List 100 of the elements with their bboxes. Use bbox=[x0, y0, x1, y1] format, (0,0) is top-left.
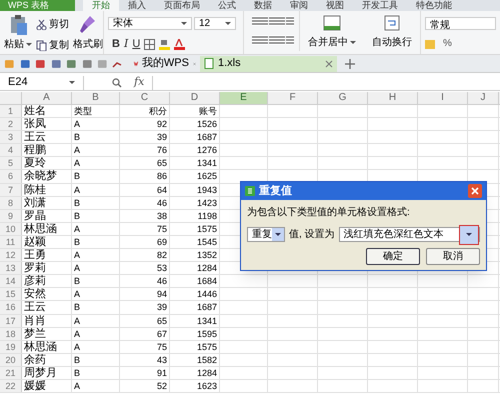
bold-button[interactable]: B bbox=[112, 36, 120, 52]
row-header[interactable]: 7 bbox=[0, 184, 22, 196]
new-tab-icon[interactable] bbox=[345, 58, 355, 68]
close-button[interactable] bbox=[468, 184, 482, 198]
format-painter-button[interactable]: 格式刷 bbox=[73, 37, 103, 52]
row-header[interactable]: 19 bbox=[0, 340, 22, 353]
rule-dropdown[interactable]: 重复 bbox=[247, 227, 285, 242]
cut-button[interactable]: 剪切 bbox=[49, 17, 69, 32]
menu-tab[interactable]: 开发工具 bbox=[353, 0, 407, 11]
menu-tab[interactable]: 插入 bbox=[119, 0, 155, 11]
close-icon[interactable] bbox=[325, 60, 333, 68]
caret-icon[interactable] bbox=[275, 233, 281, 236]
caret-icon[interactable] bbox=[69, 81, 75, 84]
row-header[interactable]: 21 bbox=[0, 366, 22, 379]
column-header[interactable]: I bbox=[418, 92, 468, 104]
row-header[interactable]: 4 bbox=[0, 144, 22, 156]
merge-cells-icon[interactable] bbox=[323, 15, 341, 31]
align-icon[interactable] bbox=[277, 17, 286, 25]
column-header[interactable]: C bbox=[120, 92, 170, 104]
caret-icon[interactable] bbox=[181, 22, 187, 25]
font-color-icon[interactable] bbox=[174, 38, 186, 50]
italic-button[interactable]: I bbox=[124, 36, 128, 52]
font-size: 12 bbox=[199, 17, 210, 31]
align-icon[interactable] bbox=[286, 36, 294, 44]
paste-button[interactable]: 粘贴 bbox=[4, 37, 32, 52]
caret-icon[interactable] bbox=[466, 233, 472, 236]
align-icon[interactable] bbox=[268, 17, 277, 25]
row-header[interactable]: 16 bbox=[0, 301, 22, 314]
caret-icon[interactable] bbox=[225, 22, 231, 25]
row-header[interactable]: 3 bbox=[0, 131, 22, 144]
column-header[interactable]: J bbox=[468, 92, 499, 104]
scissors-icon[interactable] bbox=[36, 19, 47, 30]
align-icon[interactable] bbox=[277, 36, 286, 44]
align-icon[interactable] bbox=[286, 17, 294, 25]
format-dropdown[interactable]: 浅红填充色深红色文本 bbox=[338, 227, 480, 242]
row-header[interactable]: 12 bbox=[0, 249, 22, 262]
dropdown-arrow-button[interactable] bbox=[272, 228, 284, 241]
caret-icon[interactable] bbox=[26, 43, 32, 46]
number-format-dropdown[interactable]: 常规 bbox=[425, 17, 496, 30]
column-header[interactable]: B bbox=[72, 92, 120, 104]
insert-function-button[interactable]: fx bbox=[134, 75, 144, 90]
caret-icon[interactable] bbox=[350, 41, 356, 44]
row-header[interactable]: 11 bbox=[0, 236, 22, 248]
wrap-text-button[interactable]: 自动换行 bbox=[372, 35, 412, 50]
paste-icon[interactable] bbox=[8, 15, 28, 35]
row-header[interactable]: 10 bbox=[0, 222, 22, 235]
row-header[interactable]: 1 bbox=[0, 105, 22, 118]
align-icon[interactable] bbox=[252, 36, 260, 44]
column-header[interactable]: A bbox=[22, 92, 72, 104]
menu-tab[interactable]: 开始 bbox=[83, 0, 119, 11]
row-header[interactable]: 17 bbox=[0, 314, 22, 327]
align-icon[interactable] bbox=[260, 36, 268, 44]
row-header[interactable]: 2 bbox=[0, 118, 22, 130]
row-header[interactable]: 18 bbox=[0, 328, 22, 340]
font-size-dropdown[interactable]: 12 bbox=[194, 17, 236, 30]
merge-center-button[interactable]: 合并居中 bbox=[308, 35, 356, 50]
menu-tab[interactable]: 视图 bbox=[317, 0, 353, 11]
app-menu-button[interactable]: WPS 表格 bbox=[0, 0, 75, 11]
row-header[interactable]: 22 bbox=[0, 380, 22, 392]
document-tab[interactable]: 1.xls bbox=[200, 56, 337, 72]
dialog-button[interactable]: 取消 bbox=[426, 248, 480, 265]
row-header[interactable]: 9 bbox=[0, 210, 22, 222]
row-header[interactable]: 6 bbox=[0, 170, 22, 183]
row-header[interactable]: 20 bbox=[0, 354, 22, 366]
copy-button[interactable]: 复制 bbox=[49, 38, 69, 53]
paintbrush-icon[interactable] bbox=[78, 15, 98, 35]
dialog-button[interactable]: 确定 bbox=[366, 248, 420, 265]
menu-tab[interactable]: 特色功能 bbox=[407, 0, 461, 11]
zoom-icon[interactable] bbox=[112, 78, 122, 88]
row-header[interactable]: 13 bbox=[0, 262, 22, 274]
align-icon[interactable] bbox=[260, 17, 268, 25]
menu-tab[interactable]: 审阅 bbox=[281, 0, 317, 11]
copy-icon[interactable] bbox=[36, 40, 47, 51]
column-header[interactable]: E bbox=[220, 92, 268, 104]
font-dropdown[interactable]: 宋体 bbox=[108, 17, 192, 30]
app-logo-icon[interactable] bbox=[245, 186, 255, 196]
name-box[interactable]: E24 bbox=[0, 76, 84, 90]
row-header[interactable]: 14 bbox=[0, 275, 22, 288]
table-cell: 1526 bbox=[170, 118, 220, 130]
table-cell: 梦兰 bbox=[22, 328, 72, 340]
row-header[interactable]: 5 bbox=[0, 157, 22, 170]
menu-tab[interactable]: 公式 bbox=[209, 0, 245, 11]
align-icon[interactable] bbox=[268, 36, 277, 44]
fill-color-icon[interactable] bbox=[159, 38, 170, 50]
borders-icon[interactable] bbox=[144, 38, 156, 50]
table-cell: 39 bbox=[120, 131, 170, 144]
column-header[interactable]: F bbox=[268, 92, 318, 104]
spreadsheet-icon[interactable] bbox=[204, 58, 214, 69]
column-header[interactable]: G bbox=[318, 92, 368, 104]
menu-tab[interactable]: 页面布局 bbox=[155, 0, 209, 11]
document-tab[interactable]: 我的WPS bbox=[130, 56, 200, 72]
row-header[interactable]: 15 bbox=[0, 288, 22, 300]
row-header[interactable]: 8 bbox=[0, 196, 22, 209]
menu-tab[interactable]: 数据 bbox=[245, 0, 281, 11]
dropdown-arrow-button[interactable] bbox=[459, 224, 479, 244]
wrap-text-icon[interactable] bbox=[384, 15, 400, 31]
underline-button[interactable]: U bbox=[132, 36, 140, 52]
percent-button[interactable]: % bbox=[443, 36, 452, 51]
column-header[interactable]: H bbox=[368, 92, 418, 104]
align-icon[interactable] bbox=[252, 17, 260, 25]
